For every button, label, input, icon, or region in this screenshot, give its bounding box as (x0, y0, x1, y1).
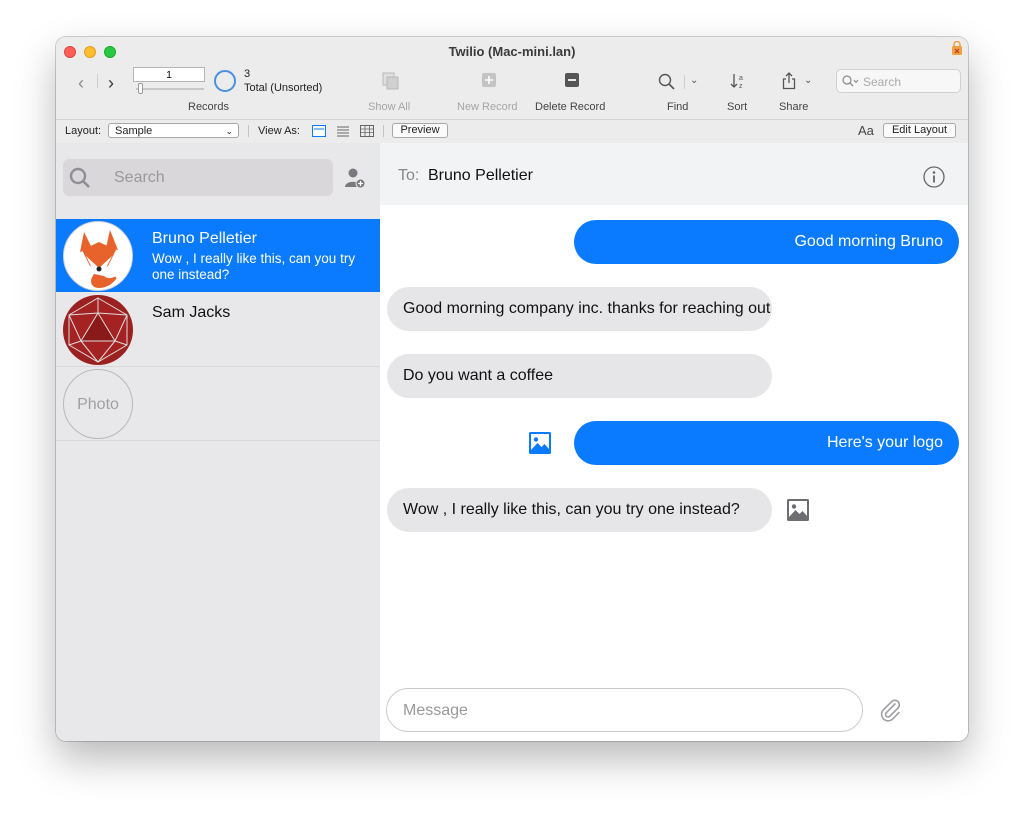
message-bubble-outgoing: Good morning Bruno (574, 220, 959, 264)
contacts-sidebar: Search Bruno Pelletier Wow , I really li… (56, 143, 381, 741)
contact-preview: Wow , I really like this, can you try on… (152, 251, 356, 282)
sidebar-search-placeholder: Search (114, 169, 165, 186)
svg-text:a: a (739, 75, 743, 82)
message-input[interactable]: Message (386, 688, 863, 732)
info-icon[interactable] (923, 166, 945, 188)
image-icon[interactable] (787, 499, 809, 521)
lock-icon (952, 41, 962, 55)
contact-item-sam[interactable]: Sam Jacks (56, 293, 380, 367)
font-size-icon[interactable]: Aa (858, 123, 874, 138)
next-record-icon[interactable]: › (108, 73, 114, 94)
chat-pane: To: Bruno Pelletier Good morning Bruno G… (380, 143, 968, 741)
record-status: Total (Unsorted) (244, 82, 323, 94)
list-view-icon[interactable] (336, 125, 350, 137)
record-number-input[interactable]: 1 (133, 67, 205, 82)
message-bubble-outgoing: Here's your logo (574, 421, 959, 465)
delete-record-icon[interactable] (565, 73, 579, 87)
paperclip-icon[interactable] (879, 698, 903, 722)
layout-select[interactable]: Sample ⌄ (108, 123, 239, 138)
toolbar-search-input[interactable]: Search (836, 69, 961, 93)
message-bubble-incoming: Wow , I really like this, can you try on… (387, 488, 772, 532)
preview-button[interactable]: Preview (392, 123, 448, 138)
fox-avatar (63, 221, 133, 291)
share-menu-chevron-icon[interactable]: ⌄ (804, 75, 812, 86)
record-slider-thumb[interactable] (138, 83, 143, 94)
layout-label: Layout: (65, 125, 102, 137)
find-menu-chevron-icon[interactable]: ⌄ (690, 75, 698, 86)
view-as-label: View As: (258, 125, 300, 137)
find-divider (684, 75, 685, 89)
layout-select-value: Sample (115, 125, 153, 137)
chat-header: To: Bruno Pelletier (380, 143, 968, 205)
photo-placeholder-label: Photo (77, 396, 119, 413)
view-separator (383, 125, 384, 137)
avatar-placeholder: Photo (63, 369, 133, 439)
recipient-name: Bruno Pelletier (428, 167, 533, 184)
d20-icon (68, 297, 128, 363)
window-title: Twilio (Mac-mini.lan) (448, 44, 576, 59)
search-icon (69, 167, 90, 188)
edit-layout-button[interactable]: Edit Layout (883, 123, 956, 138)
contact-item-empty[interactable]: Photo (56, 367, 380, 441)
fox-icon (80, 230, 123, 288)
layout-bar: Layout: Sample ⌄ View As: Preview Aa Edi… (56, 119, 968, 143)
sidebar-search-input[interactable]: Search (63, 159, 333, 196)
form-view-icon[interactable] (312, 125, 326, 137)
find-button[interactable]: Find (667, 101, 688, 113)
nav-divider (97, 74, 98, 88)
message-placeholder: Message (403, 702, 468, 719)
table-view-icon[interactable] (360, 125, 374, 137)
find-icon[interactable] (658, 73, 676, 91)
sort-icon[interactable]: a z (730, 72, 746, 90)
contact-name: Sam Jacks (152, 304, 231, 321)
record-count: 3 (244, 68, 251, 80)
to-label: To: (398, 167, 420, 184)
toolbar-search-placeholder: Search (863, 75, 902, 89)
show-all-button[interactable]: Show All (368, 101, 410, 113)
svg-text:z: z (739, 83, 743, 90)
previous-record-icon[interactable]: ‹ (78, 73, 84, 94)
message-bubble-incoming: Good morning company inc. thanks for rea… (387, 287, 772, 331)
chevron-down-icon: ⌄ (225, 126, 233, 136)
record-slider-track[interactable] (136, 88, 204, 90)
record-pie-icon (214, 70, 236, 92)
contact-name: Bruno Pelletier (152, 230, 257, 247)
share-icon[interactable] (782, 72, 796, 90)
message-bubble-incoming: Do you want a coffee (387, 354, 772, 398)
new-record-button[interactable]: New Record (457, 101, 518, 113)
records-label: Records (188, 101, 229, 113)
d20-avatar (63, 295, 133, 365)
delete-record-button[interactable]: Delete Record (535, 101, 605, 113)
share-button[interactable]: Share (779, 101, 808, 113)
title-toolbar: Twilio (Mac-mini.lan) ‹ › 1 3 Total (Uns… (56, 37, 968, 156)
sort-button[interactable]: Sort (727, 101, 747, 113)
contact-item-bruno[interactable]: Bruno Pelletier Wow , I really like this… (56, 219, 380, 292)
show-all-icon[interactable] (382, 72, 400, 90)
image-icon[interactable] (529, 432, 551, 454)
new-record-icon[interactable] (482, 73, 496, 87)
layout-separator (248, 125, 249, 137)
app-window: Twilio (Mac-mini.lan) ‹ › 1 3 Total (Uns… (56, 37, 968, 741)
add-contact-icon[interactable] (344, 167, 366, 189)
search-icon (842, 75, 859, 87)
